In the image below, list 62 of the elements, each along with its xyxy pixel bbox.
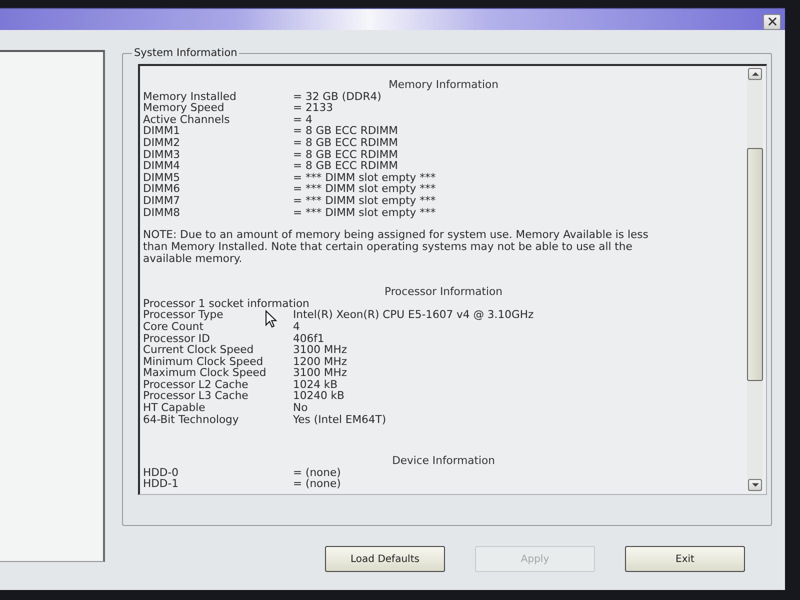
info-label: DIMM2 xyxy=(143,136,180,149)
info-label: DIMM5 xyxy=(143,172,180,184)
info-label: DIMM4 xyxy=(143,160,180,172)
info-label: HT Capable xyxy=(143,402,206,414)
info-label: Processor Type xyxy=(143,309,224,321)
info-value: = *** DIMM slot empty *** xyxy=(293,183,436,195)
info-value: = 4 xyxy=(293,114,312,126)
down-triangle-icon xyxy=(752,483,758,487)
info-label: Current Clock Speed xyxy=(143,344,254,356)
info-label: DIMM8 xyxy=(143,206,180,218)
mouse-pointer-icon xyxy=(265,310,277,328)
info-value: = 8 GB ECC RDIMM xyxy=(293,160,398,172)
section-heading: Memory Information xyxy=(388,79,500,91)
info-value: 406f1 xyxy=(293,332,324,344)
info-value: = 8 GB ECC RDIMM xyxy=(293,136,398,149)
section-heading: Processor Information xyxy=(384,286,504,298)
info-value: = 32 GB (DDR4) xyxy=(293,90,382,102)
info-label: DIMM3 xyxy=(143,148,180,160)
info-value: No xyxy=(293,402,308,414)
info-label: Memory Speed xyxy=(143,102,224,114)
info-label: Core Count xyxy=(143,320,204,332)
info-label: Active Channels xyxy=(143,114,230,126)
section-heading: Device Information xyxy=(391,455,496,467)
info-value: 1200 MHz xyxy=(293,356,348,368)
info-value: = *** DIMM slot empty *** xyxy=(293,194,436,207)
dialog-button[interactable]: Exit xyxy=(625,546,745,572)
close-icon xyxy=(768,17,776,26)
info-label: 64-Bit Technology xyxy=(143,414,239,426)
close-button[interactable] xyxy=(763,14,781,30)
info-value: Intel(R) Xeon(R) CPU E5-1607 v4 @ 3.10GHz xyxy=(293,309,534,321)
group-title: System Information xyxy=(133,47,238,59)
info-label: DIMM6 xyxy=(143,183,180,195)
info-label: Processor ID xyxy=(143,332,210,344)
info-value: = 8 GB ECC RDIMM xyxy=(293,148,398,160)
info-label: Processor L2 Cache xyxy=(143,378,248,390)
info-label: Minimum Clock Speed xyxy=(143,356,264,368)
dialog-button[interactable]: Load Defaults xyxy=(325,546,445,572)
up-triangle-icon xyxy=(752,72,758,76)
info-value: = (none) xyxy=(293,478,341,490)
info-value: 3100 MHz xyxy=(293,367,348,379)
info-label: DIMM7 xyxy=(143,194,180,207)
info-value: 10240 kB xyxy=(293,390,344,402)
info-value: 3100 MHz xyxy=(293,344,348,356)
info-value: = (none) xyxy=(293,466,341,478)
info-label: HDD-1 xyxy=(143,478,179,490)
info-value: Yes (Intel EM64T) xyxy=(293,414,386,426)
info-label: Maximum Clock Speed xyxy=(143,367,266,379)
note-text: NOTE: Due to an amount of memory being assigned for system use. Memory Available is less than Memory Installed. Note that certain operating systems may not be able to use all the available memory. xyxy=(143,229,650,266)
info-value: 1024 kB xyxy=(293,378,338,390)
info-value: = 2133 xyxy=(293,102,333,114)
scroll-thumb[interactable] xyxy=(747,148,763,381)
info-label: Memory Installed xyxy=(143,90,236,102)
scroll-up-button[interactable] xyxy=(748,68,762,80)
info-value: = 8 GB ECC RDIMM xyxy=(293,125,398,137)
info-label: Processor L3 Cache xyxy=(143,390,248,402)
info-value: = *** DIMM slot empty *** xyxy=(293,206,436,218)
info-label: DIMM1 xyxy=(143,125,180,137)
info-value: = *** DIMM slot empty *** xyxy=(293,172,436,184)
info-label: Processor 1 socket information xyxy=(143,298,310,310)
scroll-down-button[interactable] xyxy=(748,479,762,491)
info-value: 4 xyxy=(293,320,300,332)
info-label: HDD-0 xyxy=(143,466,179,478)
